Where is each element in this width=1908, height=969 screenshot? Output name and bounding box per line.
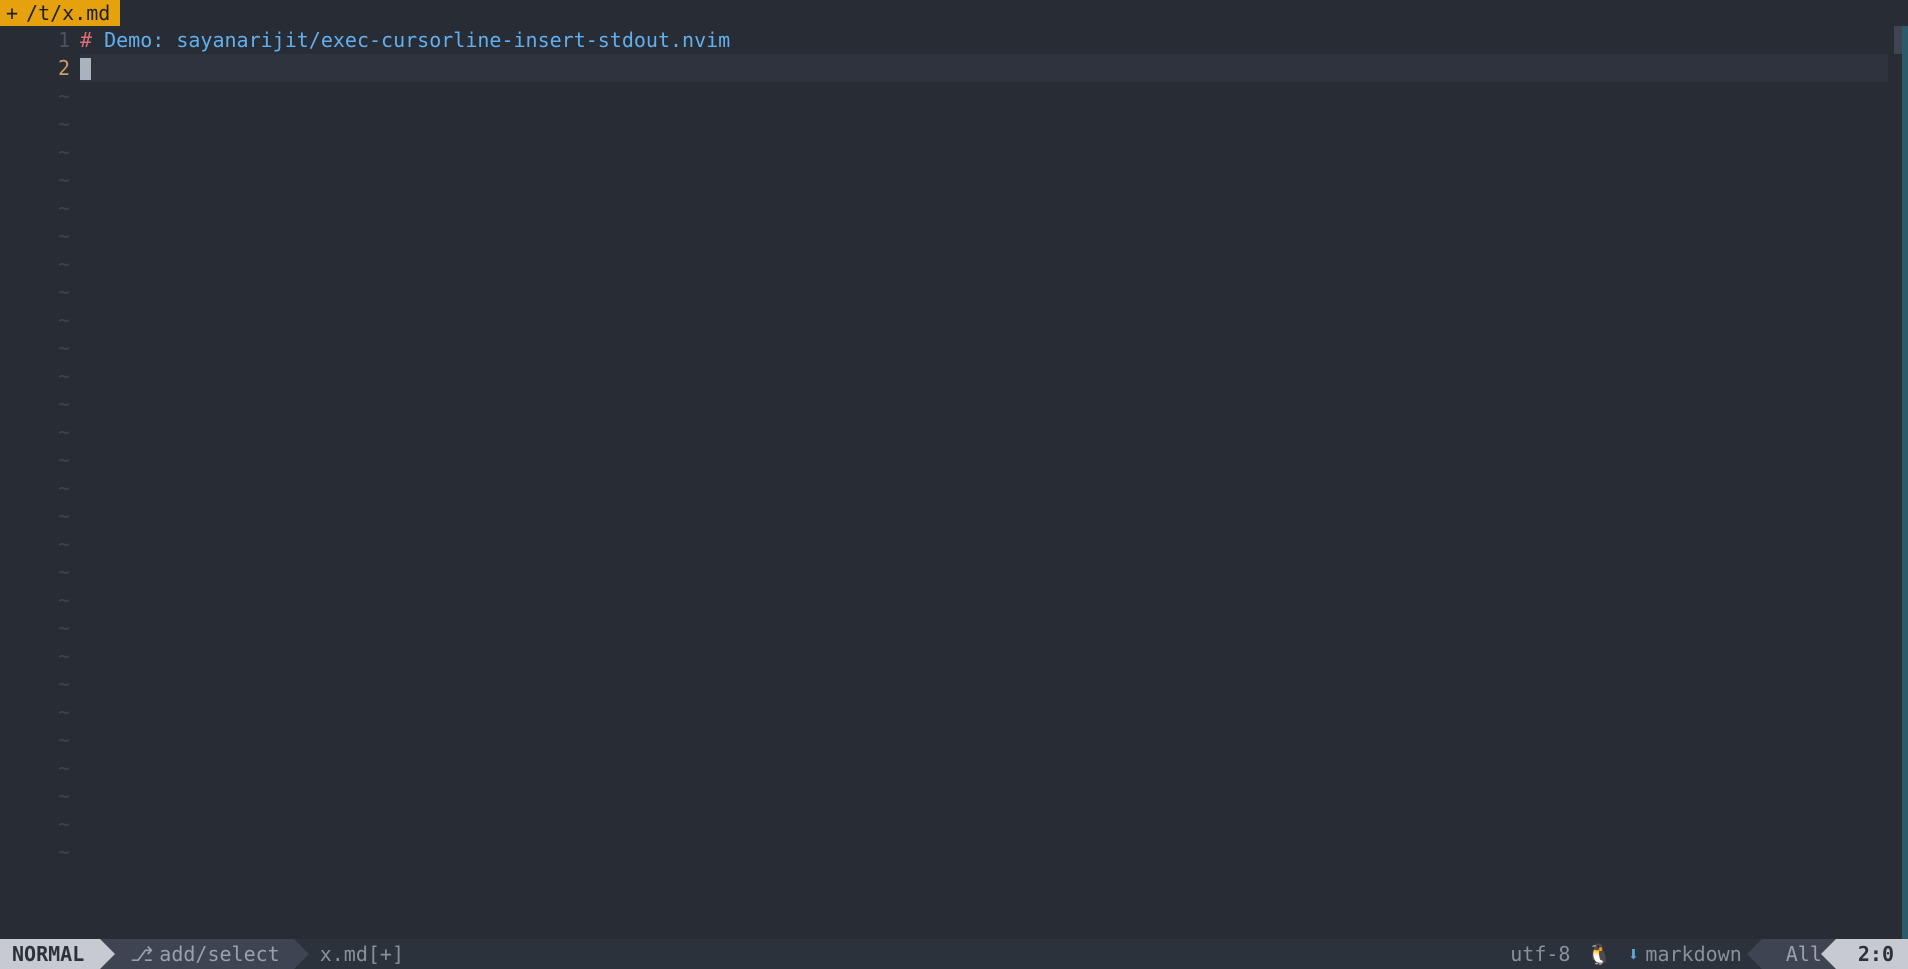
git-branch-icon: ⎇ — [130, 942, 159, 966]
empty-line — [80, 110, 1888, 138]
empty-line-tilde: ~ — [0, 586, 70, 614]
empty-line — [80, 558, 1888, 586]
empty-line — [80, 446, 1888, 474]
status-right-group: utf-8 🐧 ⬇ markdown — [1496, 939, 1762, 969]
empty-line — [80, 194, 1888, 222]
empty-line-tilde: ~ — [0, 754, 70, 782]
empty-line-tilde: ~ — [0, 502, 70, 530]
empty-line-tilde: ~ — [0, 614, 70, 642]
empty-line — [80, 306, 1888, 334]
empty-line-tilde: ~ — [0, 306, 70, 334]
empty-line-tilde: ~ — [0, 558, 70, 586]
empty-line-tilde: ~ — [0, 362, 70, 390]
editor-area[interactable]: 12~~~~~~~~~~~~~~~~~~~~~~~~~~~~ # Demo: s… — [0, 26, 1908, 939]
linux-icon: 🐧 — [1582, 942, 1615, 966]
empty-line — [80, 698, 1888, 726]
empty-line-tilde: ~ — [0, 334, 70, 362]
empty-line — [80, 390, 1888, 418]
markdown-heading-text: Demo: sayanarijit/exec-cursorline-insert… — [92, 28, 730, 52]
empty-line — [80, 782, 1888, 810]
empty-line — [80, 474, 1888, 502]
tab-filepath: /t/x.md — [26, 1, 110, 25]
cursor — [80, 58, 91, 80]
empty-line-tilde: ~ — [0, 530, 70, 558]
empty-line — [80, 82, 1888, 110]
tab-active[interactable]: + /t/x.md — [0, 0, 120, 26]
empty-line-tilde: ~ — [0, 670, 70, 698]
status-encoding: utf-8 — [1510, 942, 1570, 966]
status-mode: NORMAL — [0, 939, 100, 969]
empty-line — [80, 138, 1888, 166]
window-right-edge — [1902, 26, 1908, 939]
empty-line — [80, 502, 1888, 530]
empty-line — [80, 838, 1888, 866]
empty-line-tilde: ~ — [0, 194, 70, 222]
line-number-gutter: 12~~~~~~~~~~~~~~~~~~~~~~~~~~~~ — [0, 26, 80, 939]
empty-line — [80, 222, 1888, 250]
empty-line-tilde: ~ — [0, 138, 70, 166]
filetype-arrow-icon: ⬇ — [1627, 942, 1645, 966]
empty-line-tilde: ~ — [0, 726, 70, 754]
empty-line — [80, 754, 1888, 782]
empty-line-tilde: ~ — [0, 810, 70, 838]
empty-line — [80, 530, 1888, 558]
markdown-heading-hash: # — [80, 28, 92, 52]
tab-modified-indicator: + — [6, 1, 18, 25]
empty-line-tilde: ~ — [0, 110, 70, 138]
git-branch-name: add/select — [159, 942, 279, 966]
empty-line — [80, 614, 1888, 642]
empty-line — [80, 334, 1888, 362]
status-line: NORMAL ⎇ add/select x.md[+] utf-8 🐧 ⬇ ma… — [0, 939, 1908, 969]
empty-line — [80, 278, 1888, 306]
empty-line-tilde: ~ — [0, 166, 70, 194]
status-position: 2:0 — [1836, 939, 1908, 969]
neovim-window: + /t/x.md 12~~~~~~~~~~~~~~~~~~~~~~~~~~~~… — [0, 0, 1908, 969]
empty-line — [80, 418, 1888, 446]
empty-line-tilde: ~ — [0, 222, 70, 250]
empty-line-tilde: ~ — [0, 250, 70, 278]
status-filename: x.md[+] — [294, 939, 418, 969]
status-git-branch: ⎇ add/select — [100, 939, 293, 969]
empty-line — [80, 586, 1888, 614]
code-line[interactable]: # Demo: sayanarijit/exec-cursorline-inse… — [80, 26, 1888, 54]
code-buffer[interactable]: # Demo: sayanarijit/exec-cursorline-inse… — [80, 26, 1908, 939]
empty-line-tilde: ~ — [0, 782, 70, 810]
empty-line-tilde: ~ — [0, 82, 70, 110]
status-filetype: markdown — [1645, 942, 1741, 966]
empty-line-tilde: ~ — [0, 390, 70, 418]
empty-line — [80, 642, 1888, 670]
empty-line-tilde: ~ — [0, 642, 70, 670]
status-spacer — [418, 939, 1496, 969]
empty-line-tilde: ~ — [0, 418, 70, 446]
empty-line-tilde: ~ — [0, 446, 70, 474]
line-number: 2 — [0, 54, 70, 82]
line-number: 1 — [0, 26, 70, 54]
empty-line — [80, 362, 1888, 390]
empty-line-tilde: ~ — [0, 474, 70, 502]
tab-bar: + /t/x.md — [0, 0, 1908, 26]
empty-line — [80, 810, 1888, 838]
empty-line-tilde: ~ — [0, 838, 70, 866]
empty-line — [80, 670, 1888, 698]
empty-line-tilde: ~ — [0, 278, 70, 306]
empty-line — [80, 250, 1888, 278]
empty-line-tilde: ~ — [0, 698, 70, 726]
empty-line — [80, 726, 1888, 754]
empty-line — [80, 166, 1888, 194]
code-line[interactable] — [80, 54, 1888, 82]
